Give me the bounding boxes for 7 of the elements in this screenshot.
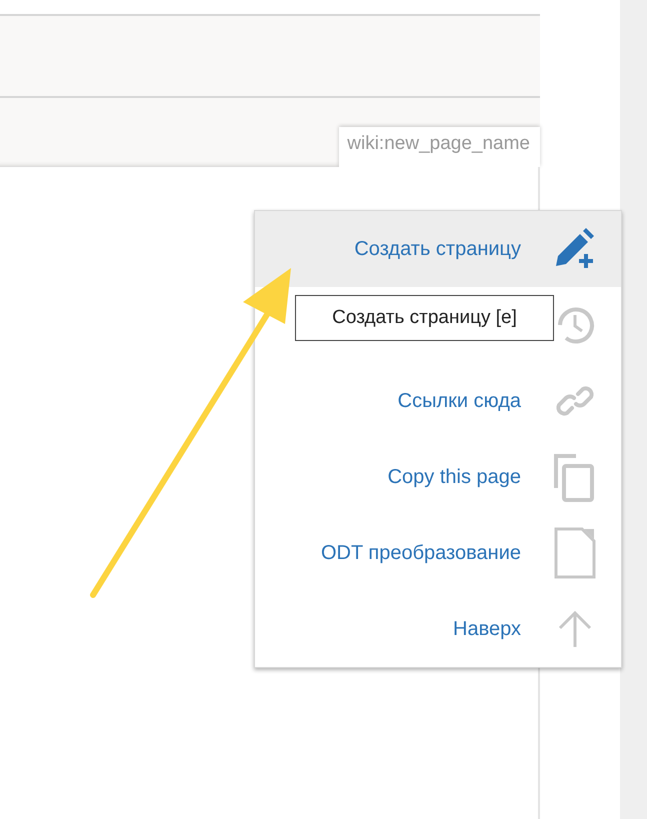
tooltip: Создать страницу [e] — [295, 295, 554, 341]
menu-item[interactable]: Copy this page — [255, 439, 621, 515]
menu-item[interactable]: ODT преобразование — [255, 515, 621, 591]
menu-item[interactable]: Ссылки сюда — [255, 363, 621, 439]
menu-item[interactable]: Создать страницу — [255, 211, 621, 287]
menu-item[interactable]: Наверх — [255, 591, 621, 667]
document-icon — [552, 525, 598, 581]
